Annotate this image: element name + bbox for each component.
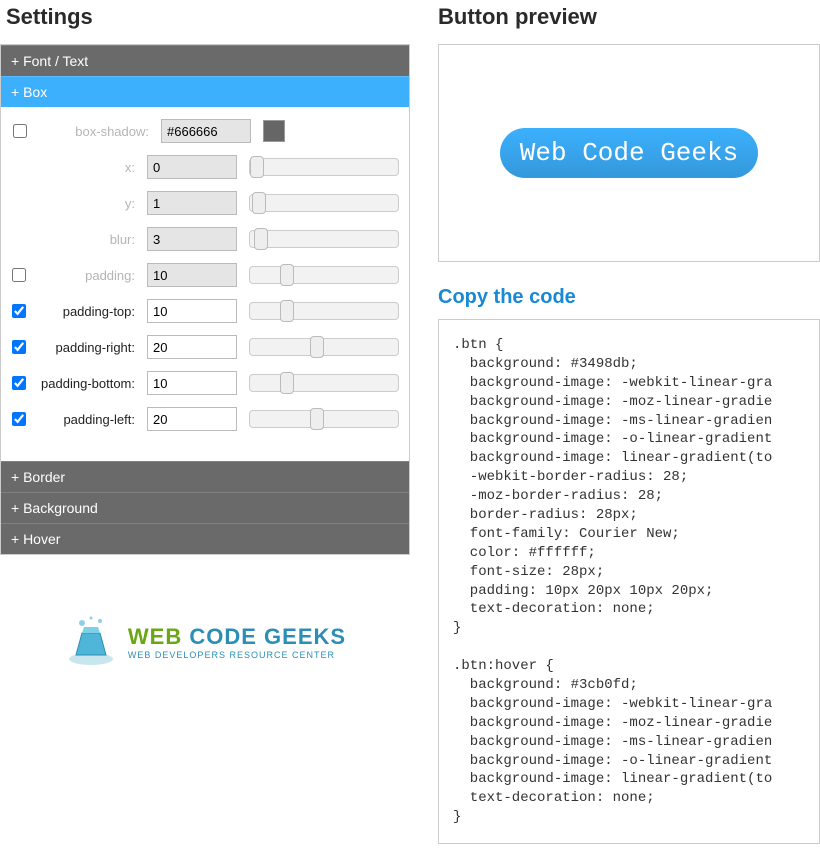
- padding-top-slider[interactable]: [249, 302, 399, 320]
- accordion-border[interactable]: + Border: [1, 461, 409, 492]
- accordion-box[interactable]: + Box: [1, 76, 409, 107]
- logo-main-text: WEB CODE GEEKS: [128, 624, 346, 650]
- logo-icon: [64, 615, 118, 669]
- padding-left-checkbox[interactable]: [12, 412, 26, 426]
- x-label: x:: [33, 160, 141, 175]
- padding-top-checkbox[interactable]: [12, 304, 26, 318]
- padding-bottom-checkbox[interactable]: [12, 376, 26, 390]
- accordion-font[interactable]: + Font / Text: [1, 45, 409, 76]
- padding-input[interactable]: [147, 263, 237, 287]
- box-panel: box-shadow: x: y:: [1, 107, 409, 461]
- preview-box: Web Code Geeks: [438, 44, 820, 262]
- settings-heading: Settings: [6, 4, 410, 30]
- padding-row: padding:: [11, 263, 399, 287]
- padding-left-slider[interactable]: [249, 410, 399, 428]
- preview-heading: Button preview: [438, 4, 820, 30]
- blur-label: blur:: [33, 232, 141, 247]
- box-shadow-checkbox[interactable]: [13, 124, 27, 138]
- padding-bottom-input[interactable]: [147, 371, 237, 395]
- x-row: x:: [11, 155, 399, 179]
- box-shadow-input[interactable]: [161, 119, 251, 143]
- padding-left-label: padding-left:: [33, 412, 141, 427]
- padding-right-input[interactable]: [147, 335, 237, 359]
- padding-left-input[interactable]: [147, 407, 237, 431]
- padding-label: padding:: [33, 268, 141, 283]
- padding-right-label: padding-right:: [33, 340, 141, 355]
- padding-checkbox[interactable]: [12, 268, 26, 282]
- blur-input[interactable]: [147, 227, 237, 251]
- padding-top-input[interactable]: [147, 299, 237, 323]
- x-input[interactable]: [147, 155, 237, 179]
- accordion-background[interactable]: + Background: [1, 492, 409, 523]
- padding-bottom-slider[interactable]: [249, 374, 399, 392]
- padding-right-row: padding-right:: [11, 335, 399, 359]
- copy-code-heading: Copy the code: [438, 286, 820, 309]
- preview-button[interactable]: Web Code Geeks: [500, 128, 758, 178]
- settings-accordion: + Font / Text + Box box-shadow: x:: [0, 44, 410, 555]
- box-shadow-label: box-shadow:: [35, 124, 155, 139]
- code-output[interactable]: .btn { background: #3498db; background-i…: [438, 319, 820, 844]
- x-slider[interactable]: [249, 158, 399, 176]
- blur-row: blur:: [11, 227, 399, 251]
- y-row: y:: [11, 191, 399, 215]
- code-text: .btn { background: #3498db; background-i…: [453, 336, 805, 827]
- y-label: y:: [33, 196, 141, 211]
- padding-bottom-label: padding-bottom:: [33, 376, 141, 391]
- padding-right-checkbox[interactable]: [12, 340, 26, 354]
- box-shadow-swatch[interactable]: [263, 120, 285, 142]
- padding-right-slider[interactable]: [249, 338, 399, 356]
- padding-top-label: padding-top:: [33, 304, 141, 319]
- accordion-hover[interactable]: + Hover: [1, 523, 409, 554]
- box-shadow-row: box-shadow:: [11, 119, 399, 143]
- blur-slider[interactable]: [249, 230, 399, 248]
- brand-logo: WEB CODE GEEKS WEB DEVELOPERS RESOURCE C…: [0, 615, 410, 672]
- y-slider[interactable]: [249, 194, 399, 212]
- padding-top-row: padding-top:: [11, 299, 399, 323]
- padding-left-row: padding-left:: [11, 407, 399, 431]
- logo-sub-text: WEB DEVELOPERS RESOURCE CENTER: [128, 650, 346, 660]
- padding-slider[interactable]: [249, 266, 399, 284]
- y-input[interactable]: [147, 191, 237, 215]
- padding-bottom-row: padding-bottom:: [11, 371, 399, 395]
